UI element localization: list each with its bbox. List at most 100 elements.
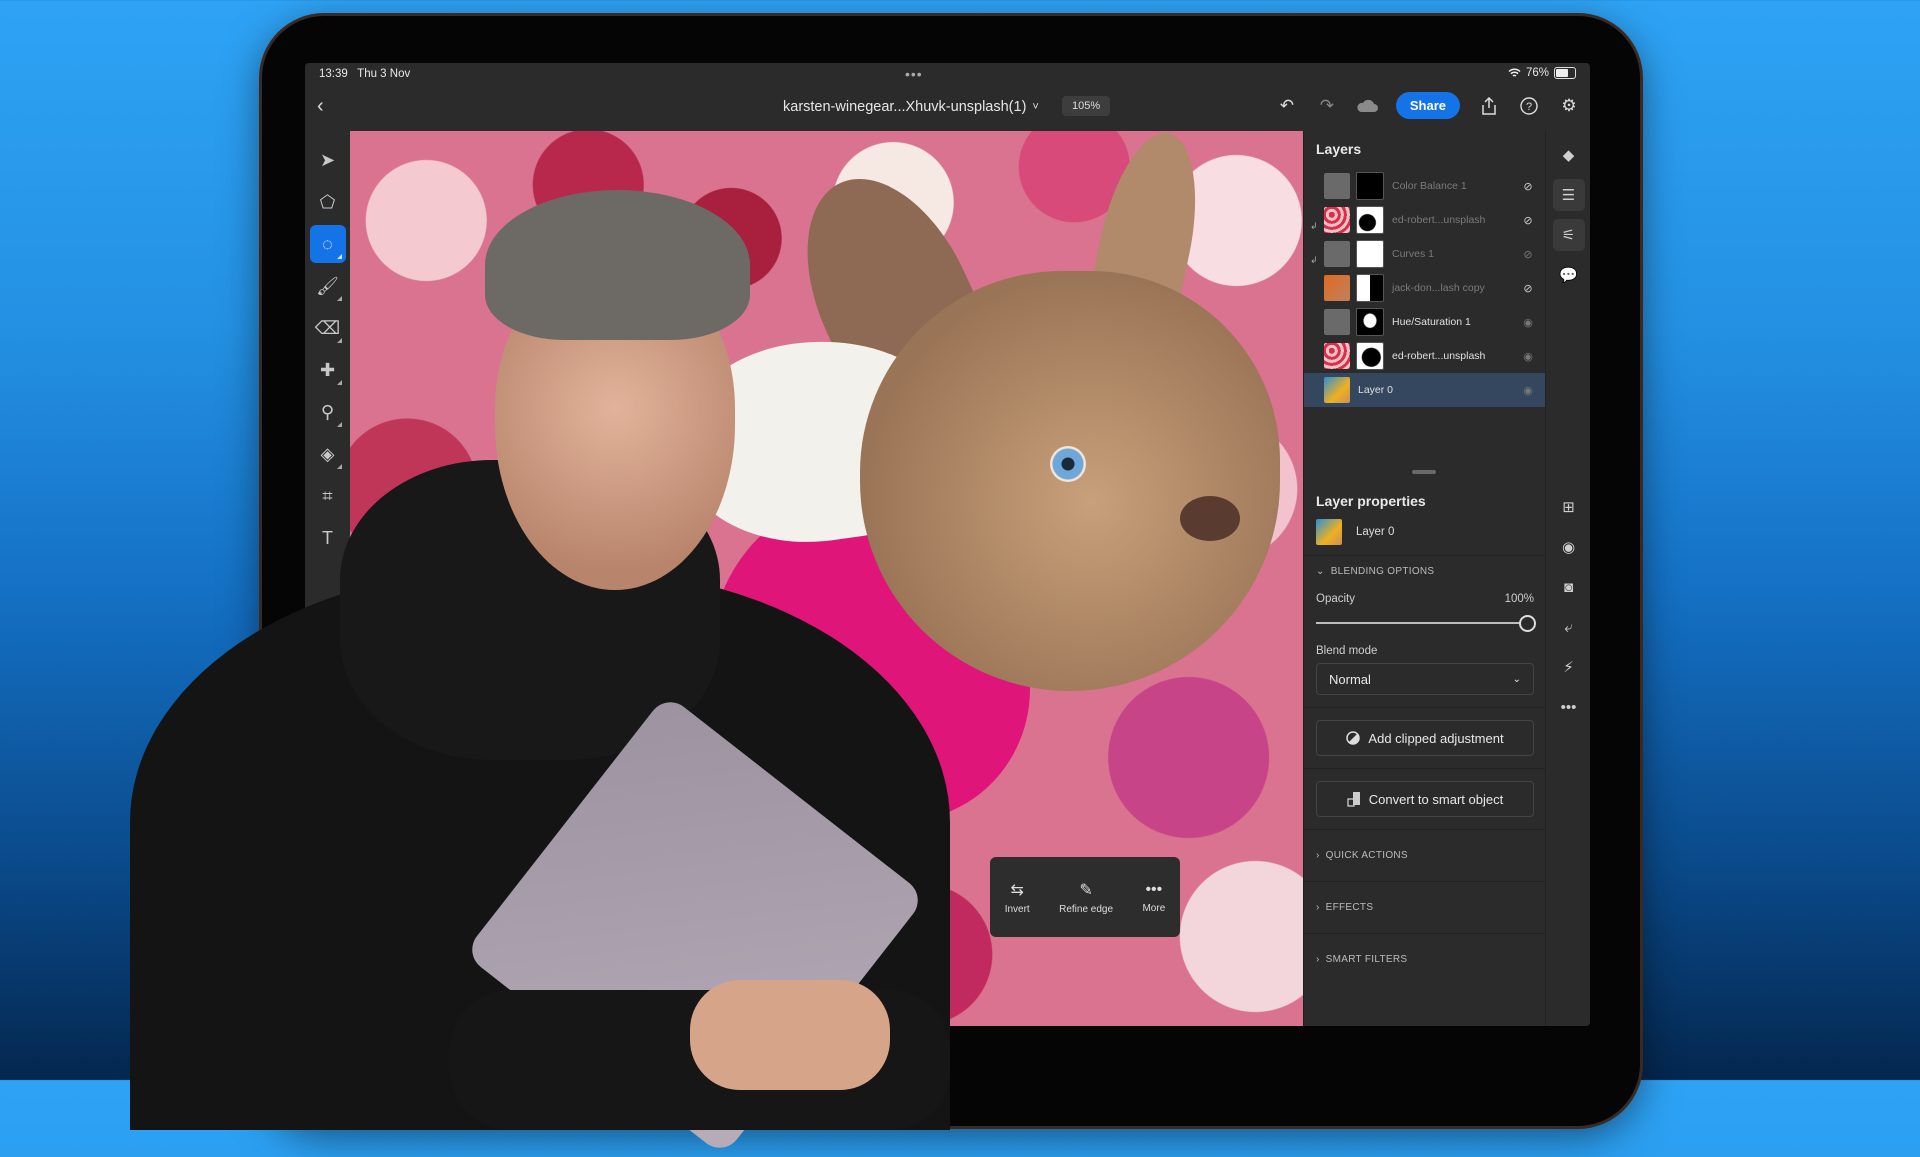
eye-icon[interactable]: ◉ bbox=[1518, 316, 1538, 329]
mask-icon[interactable]: ◙ bbox=[1553, 571, 1585, 603]
layer-properties-icon[interactable]: ☰ bbox=[1552, 179, 1585, 211]
more-button[interactable]: ••• More bbox=[1142, 881, 1165, 914]
quick-actions-toggle[interactable]: › QUICK ACTIONS bbox=[1304, 830, 1546, 881]
layer-mask-thumbnail[interactable] bbox=[1356, 206, 1384, 234]
add-layer-icon[interactable]: ⊞ bbox=[1553, 491, 1585, 523]
clipping-mask-icon: ↲ bbox=[1310, 221, 1318, 231]
layer-row[interactable]: jack-don...lash copy ⊘ bbox=[1304, 271, 1546, 305]
brush-icon: 🖌 bbox=[316, 275, 339, 296]
eye-hidden-icon[interactable]: ⊘ bbox=[1518, 248, 1538, 261]
share-button[interactable]: Share bbox=[1395, 92, 1460, 119]
help-icon[interactable]: ? bbox=[1518, 95, 1540, 117]
clip-icon[interactable]: ⤶ bbox=[1553, 611, 1585, 643]
layer-name: Color Balance 1 bbox=[1392, 180, 1467, 192]
smart-filters-toggle[interactable]: › SMART FILTERS bbox=[1304, 934, 1546, 985]
current-layer-name: Layer 0 bbox=[1356, 526, 1395, 538]
eye-hidden-icon[interactable]: ⊘ bbox=[1518, 180, 1538, 193]
layer-row[interactable]: ed-robert...unsplash ◉ bbox=[1304, 339, 1546, 373]
status-bar: 13:39 Thu 3 Nov ••• 76% bbox=[305, 63, 1590, 85]
tool-crop[interactable]: ⌗ bbox=[310, 477, 346, 515]
tool-brush[interactable]: 🖌 bbox=[310, 267, 346, 305]
tool-lasso[interactable]: ◌ bbox=[309, 225, 346, 263]
lasso-icon: ◌ bbox=[322, 233, 333, 254]
document-title-text: karsten-winegear...Xhuvk-unsplash(1) bbox=[783, 99, 1027, 115]
invert-button[interactable]: ⇆ Invert bbox=[1005, 880, 1030, 915]
multitask-dots[interactable]: ••• bbox=[905, 66, 923, 82]
tool-transform[interactable]: ⬠ bbox=[310, 183, 346, 221]
battery-percent: 76% bbox=[1525, 67, 1549, 79]
eye-hidden-icon[interactable]: ⊘ bbox=[1518, 282, 1538, 295]
layer-mask-thumbnail[interactable] bbox=[1356, 240, 1384, 268]
divider bbox=[1304, 707, 1546, 708]
layer-row[interactable]: ↲ Curves 1 ⊘ bbox=[1304, 237, 1546, 271]
submenu-indicator-icon bbox=[336, 338, 342, 343]
smart-object-icon bbox=[1347, 792, 1360, 807]
chevron-down-icon: ˅ bbox=[1032, 101, 1039, 113]
current-layer: Layer 0 bbox=[1304, 509, 1546, 556]
redo-icon[interactable]: ↷ bbox=[1316, 95, 1338, 117]
tool-healing[interactable]: ✚ bbox=[310, 351, 346, 389]
layer-thumbnail bbox=[1324, 275, 1350, 301]
layer-name: ed-robert...unsplash bbox=[1392, 350, 1486, 362]
app-actions: ↶ ↷ Share ? ⚙ bbox=[1276, 92, 1580, 119]
layer-mask-thumbnail[interactable] bbox=[1356, 274, 1384, 302]
floating-toolbar-label: More bbox=[1142, 902, 1166, 914]
layer-name: jack-don...lash copy bbox=[1392, 282, 1485, 294]
layers-icon[interactable]: ◆ bbox=[1553, 139, 1585, 171]
floating-toolbar-label: Invert bbox=[1004, 903, 1030, 915]
blend-mode-select[interactable]: Normal ⌄ bbox=[1316, 663, 1534, 695]
tool-type[interactable]: T bbox=[310, 519, 346, 557]
export-icon[interactable] bbox=[1478, 95, 1500, 117]
undo-icon[interactable]: ↶ bbox=[1276, 95, 1298, 117]
layer-mask-thumbnail[interactable] bbox=[1356, 308, 1384, 336]
visibility-icon[interactable]: ◉ bbox=[1553, 531, 1585, 563]
eye-icon[interactable]: ◉ bbox=[1518, 384, 1538, 397]
tool-eraser[interactable]: ⌫ bbox=[310, 309, 346, 347]
opacity-label: Opacity bbox=[1316, 593, 1355, 605]
select-icon: ➤ bbox=[319, 149, 336, 170]
layer-row[interactable]: Layer 0 ◉ bbox=[1304, 373, 1546, 407]
floating-toolbar-label: Refine edge bbox=[1059, 903, 1114, 915]
gear-icon[interactable]: ⚙ bbox=[1558, 95, 1580, 117]
canvas-dog-eye bbox=[1050, 446, 1086, 482]
tool-select[interactable]: ➤ bbox=[310, 141, 346, 179]
refine-edge-icon: ✎ bbox=[1079, 881, 1093, 899]
tool-fill[interactable]: ◈ bbox=[310, 435, 346, 473]
submenu-indicator-icon bbox=[336, 380, 342, 385]
layer-name: Curves 1 bbox=[1392, 248, 1435, 260]
canvas[interactable]: ⇆ Invert ✎ Refine edge ••• More bbox=[350, 131, 1303, 1026]
comments-icon[interactable]: 💬 bbox=[1553, 259, 1585, 291]
chevron-left-icon[interactable]: ‹ bbox=[317, 95, 324, 118]
layer-mask-thumbnail[interactable] bbox=[1356, 342, 1384, 370]
selection-toolbar: ⇆ Invert ✎ Refine edge ••• More bbox=[990, 857, 1180, 937]
cloud-icon[interactable] bbox=[1356, 95, 1378, 117]
layer-row[interactable]: Hue/Saturation 1 ◉ bbox=[1304, 305, 1546, 339]
eye-hidden-icon[interactable]: ⊘ bbox=[1518, 214, 1538, 227]
blend-mode-row: Blend mode bbox=[1304, 631, 1546, 657]
opacity-slider-knob[interactable] bbox=[1519, 615, 1536, 632]
adjustments-icon[interactable]: ⚟ bbox=[1552, 219, 1585, 251]
zoom-level[interactable]: 105% bbox=[1062, 96, 1111, 116]
convert-to-smart-object-button[interactable]: Convert to smart object bbox=[1316, 781, 1534, 817]
panel-resize-handle[interactable] bbox=[1412, 470, 1436, 474]
eye-icon[interactable]: ◉ bbox=[1518, 350, 1538, 363]
canvas-dog-nose bbox=[1180, 496, 1240, 541]
layer-row[interactable]: Color Balance 1 ⊘ bbox=[1304, 169, 1546, 203]
document-title[interactable]: karsten-winegear...Xhuvk-unsplash(1) ˅ bbox=[783, 99, 1039, 115]
layer-mask-thumbnail[interactable] bbox=[1356, 172, 1384, 200]
battery-fill bbox=[1556, 69, 1569, 77]
refine-edge-button[interactable]: ✎ Refine edge bbox=[1059, 880, 1113, 915]
tool-clone[interactable]: ⚲ bbox=[310, 393, 346, 431]
opacity-slider[interactable] bbox=[1316, 615, 1536, 632]
layer-thumbnail bbox=[1324, 377, 1350, 403]
more-options-icon[interactable]: ••• bbox=[1553, 691, 1585, 723]
chevron-right-icon: › bbox=[1316, 850, 1320, 861]
layer-name: Hue/Saturation 1 bbox=[1392, 316, 1471, 328]
layer-row[interactable]: ↲ ed-robert...unsplash ⊘ bbox=[1304, 203, 1546, 237]
blending-options-toggle[interactable]: ⌄ BLENDING OPTIONS bbox=[1304, 556, 1546, 587]
add-clipped-adjustment-button[interactable]: Add clipped adjustment bbox=[1316, 720, 1534, 756]
svg-text:?: ? bbox=[1526, 101, 1532, 113]
invert-icon: ⇆ bbox=[1010, 881, 1024, 899]
fx-icon[interactable]: ⚡ bbox=[1553, 651, 1585, 683]
effects-toggle[interactable]: › EFFECTS bbox=[1304, 882, 1546, 933]
